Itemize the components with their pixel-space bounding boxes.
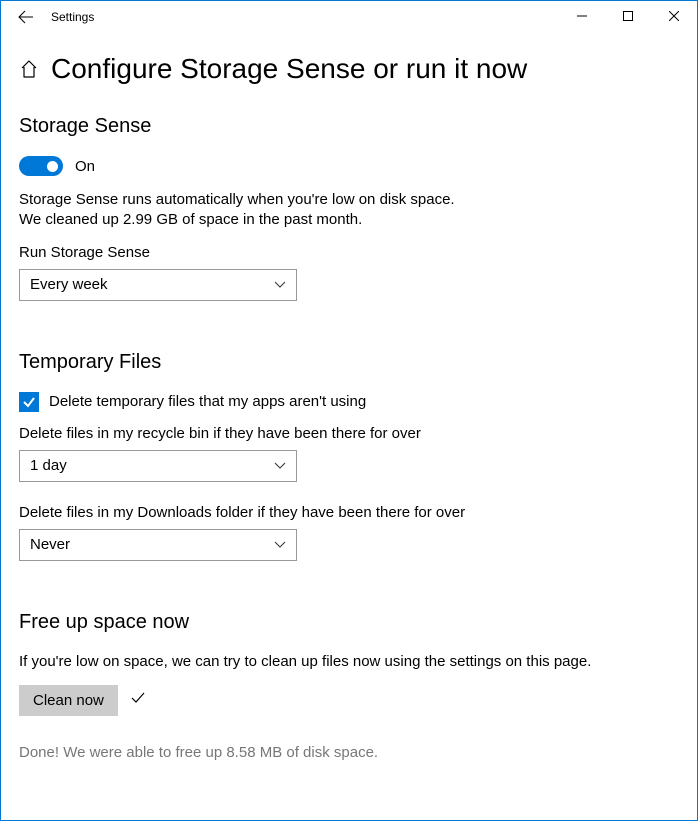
maximize-button[interactable] [605,1,651,31]
content-area: Configure Storage Sense or run it now St… [1,33,697,779]
downloads-value: Never [30,536,70,553]
storage-sense-toggle-label: On [75,158,95,175]
recycle-bin-dropdown[interactable]: 1 day [19,450,297,482]
storage-sense-toggle-row: On [19,156,679,176]
checkmark-icon [130,691,146,710]
run-storage-sense-label: Run Storage Sense [19,244,679,261]
free-up-description: If you're low on space, we can try to cl… [19,652,679,672]
recycle-bin-value: 1 day [30,457,67,474]
free-up-heading: Free up space now [19,611,679,634]
delete-temp-files-label: Delete temporary files that my apps aren… [49,393,366,410]
page-header: Configure Storage Sense or run it now [19,53,679,85]
clean-done-text: Done! We were able to free up 8.58 MB of… [19,744,679,761]
delete-temp-files-checkbox[interactable] [19,392,39,412]
close-button[interactable] [651,1,697,31]
checkmark-icon [22,395,36,409]
chevron-down-icon [274,281,286,289]
titlebar: Settings [1,1,697,33]
minimize-button[interactable] [559,1,605,31]
window-title: Settings [51,10,94,24]
page-title: Configure Storage Sense or run it now [51,53,527,85]
window-controls [559,1,697,31]
back-arrow-icon [18,9,34,25]
clean-now-row: Clean now [19,685,679,716]
storage-sense-toggle[interactable] [19,156,63,176]
back-button[interactable] [11,2,41,32]
downloads-dropdown[interactable]: Never [19,529,297,561]
chevron-down-icon [274,541,286,549]
home-icon[interactable] [19,59,39,79]
downloads-label: Delete files in my Downloads folder if t… [19,504,679,521]
temporary-files-heading: Temporary Files [19,351,679,374]
run-storage-sense-value: Every week [30,276,108,293]
chevron-down-icon [274,462,286,470]
recycle-bin-label: Delete files in my recycle bin if they h… [19,425,679,442]
clean-now-button[interactable]: Clean now [19,685,118,716]
run-storage-sense-dropdown[interactable]: Every week [19,269,297,301]
storage-sense-heading: Storage Sense [19,115,679,138]
toggle-knob [47,161,58,172]
storage-sense-description: Storage Sense runs automatically when yo… [19,190,679,231]
delete-temp-files-row: Delete temporary files that my apps aren… [19,392,679,412]
